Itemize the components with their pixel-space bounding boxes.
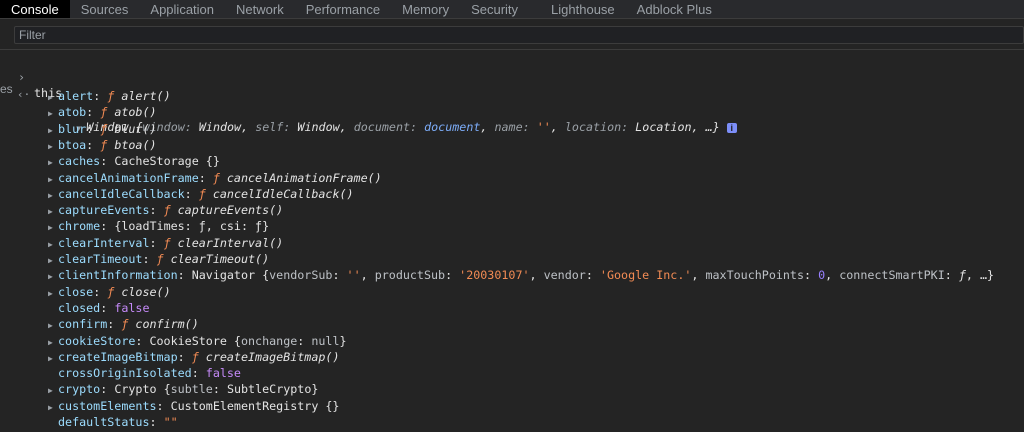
property-key: captureEvents: [58, 203, 150, 218]
tab-sources[interactable]: Sources: [70, 0, 140, 18]
property-key: cookieStore: [58, 333, 136, 348]
property-key: btoa: [58, 137, 87, 152]
property-value: cancelIdleCallback(): [212, 186, 354, 201]
function-symbol: ƒ: [100, 121, 115, 136]
tab-security[interactable]: Security: [460, 0, 529, 18]
property-key: defaultStatus: [58, 415, 150, 429]
console-result-line[interactable]: ‹· ▼ Window {window: Window, self: Window…: [0, 71, 737, 134]
cookie-part: null: [311, 333, 340, 348]
property-key: confirm: [58, 317, 108, 332]
function-symbol: ƒ: [100, 137, 115, 152]
property-key: alert: [58, 89, 94, 103]
property-key: atob: [58, 105, 87, 120]
property-value: confirm(): [135, 317, 199, 332]
property-key: caches: [58, 154, 101, 169]
cookie-part: onchange: [240, 333, 298, 348]
property-value: false: [205, 366, 241, 381]
result-arrow-icon: ‹·: [17, 88, 31, 101]
property-key: close: [58, 284, 94, 299]
function-symbol: ƒ: [121, 317, 136, 332]
property-key: customElements: [58, 398, 157, 413]
crypto-part: SubtleCrypto: [226, 382, 312, 397]
property-key: crypto: [58, 382, 101, 397]
navigator-part: ƒ: [958, 268, 966, 283]
tab-lighthouse[interactable]: Lighthouse: [529, 0, 626, 18]
function-symbol: ƒ: [107, 89, 122, 103]
tab-performance[interactable]: Performance: [295, 0, 391, 18]
property-key: crossOriginIsolated: [58, 366, 192, 381]
property-key: closed: [58, 300, 101, 315]
property-key: clearInterval: [58, 235, 150, 250]
property-value: btoa(): [114, 137, 157, 152]
property-key: clearTimeout: [58, 252, 143, 266]
tab-memory[interactable]: Memory: [391, 0, 460, 18]
crypto-part: Crypto: [114, 382, 157, 397]
info-icon[interactable]: i: [726, 122, 737, 133]
function-symbol: ƒ: [100, 105, 115, 120]
navigator-part: vendor: [543, 268, 586, 283]
navigator-part: vendorSub: [269, 268, 333, 283]
property-key: cancelIdleCallback: [58, 186, 185, 201]
property-value: blur(): [114, 121, 157, 136]
property-key: createImageBitmap: [58, 349, 178, 364]
navigator-part: maxTouchPoints: [705, 268, 804, 283]
navigator-part: connectSmartPKI: [839, 268, 945, 283]
tab-application[interactable]: Application: [139, 0, 225, 18]
property-value: createImageBitmap(): [205, 349, 340, 364]
function-symbol: ƒ: [163, 203, 178, 218]
property-key: chrome: [58, 219, 101, 234]
navigator-part: 0: [818, 268, 826, 283]
property-key: blur: [58, 121, 87, 136]
navigator-part: Navigator: [191, 268, 256, 283]
property-value: CustomElementRegistry {}: [170, 398, 340, 413]
function-symbol: ƒ: [107, 284, 122, 299]
function-symbol: ƒ: [163, 235, 178, 250]
property-key: cancelAnimationFrame: [58, 170, 199, 185]
property-value: clearInterval(): [177, 235, 284, 250]
property-value: cancelAnimationFrame(): [226, 170, 382, 185]
devtools-tabbar: Console Sources Application Network Perf…: [0, 0, 1024, 19]
tab-adblock-plus[interactable]: Adblock Plus: [626, 0, 723, 18]
navigator-part: '20030107': [459, 268, 530, 283]
property-value: clearTimeout(): [170, 252, 270, 266]
crypto-part: subtle: [170, 382, 213, 397]
filter-input[interactable]: [14, 26, 1024, 44]
function-symbol: ƒ: [212, 170, 227, 185]
navigator-part: productSub: [374, 268, 446, 283]
tab-console[interactable]: Console: [0, 0, 70, 18]
property-value: CacheStorage {}: [114, 154, 220, 169]
property-value: close(): [121, 284, 171, 299]
cookie-part: CookieStore: [149, 333, 227, 348]
property-value: false: [114, 300, 150, 315]
property-key: clientInformation: [58, 268, 178, 283]
function-symbol: ƒ: [191, 349, 206, 364]
navigator-part: 'Google Inc.': [599, 268, 692, 283]
navigator-part: …}: [979, 268, 995, 283]
property-value: "": [163, 415, 178, 429]
console-input-line: › this: [0, 53, 62, 100]
function-symbol: ƒ: [198, 186, 213, 201]
tab-network[interactable]: Network: [225, 0, 295, 18]
filter-bar: [0, 19, 1024, 50]
function-symbol: ƒ: [156, 252, 171, 266]
property-value: alert(): [121, 89, 171, 103]
property-value: atob(): [114, 105, 157, 120]
property-value: captureEvents(): [177, 203, 284, 218]
property-value: {loadTimes: ƒ, csi: ƒ}: [114, 219, 270, 234]
navigator-part: '': [346, 268, 361, 283]
